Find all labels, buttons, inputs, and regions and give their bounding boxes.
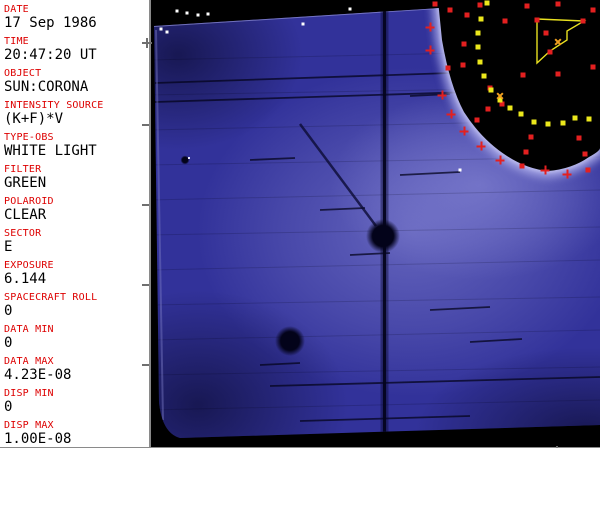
image-canvas (150, 0, 600, 448)
metadata-label: TIME (4, 36, 148, 47)
metadata-field: TYPE-OBSWHITE LIGHT (4, 132, 148, 159)
frame-tick (142, 124, 149, 126)
coronagraph-viewer-window: DATE17 Sep 1986 TIME20:47:20 UT OBJECTSUN:… (0, 0, 600, 512)
dark-spot (275, 326, 305, 356)
metadata-field: EXPOSURE6.144 (4, 260, 148, 287)
metadata-value: 4.23E-08 (4, 368, 148, 383)
metadata-value: 17 Sep 1986 (4, 16, 148, 31)
metadata-value: 1.00E-08 (4, 432, 148, 447)
metadata-label: DATE (4, 4, 148, 15)
metadata-field: SPACECRAFT ROLL0 (4, 292, 148, 319)
metadata-value: 20:47:20 UT (4, 48, 148, 63)
metadata-value: 6.144 (4, 272, 148, 287)
metadata-field: INTENSITY SOURCE(K+F)*V (4, 100, 148, 127)
metadata-value: E (4, 240, 148, 255)
metadata-value: 0 (4, 304, 148, 319)
frame-left-line (149, 0, 151, 448)
metadata-label: DATA MAX (4, 356, 148, 367)
metadata-field: DATA MAX4.23E-08 (4, 356, 148, 383)
metadata-value: (K+F)*V (4, 112, 148, 127)
metadata-value: GREEN (4, 176, 148, 191)
metadata-value: WHITE LIGHT (4, 144, 148, 159)
metadata-field: POLAROIDCLEAR (4, 196, 148, 223)
metadata-field: DATE17 Sep 1986 (4, 4, 148, 31)
footer: HAO SMM Coronagraph 0 63 127 191 255 (0, 448, 600, 512)
metadata-label: SECTOR (4, 228, 148, 239)
metadata-label: OBJECT (4, 68, 148, 79)
metadata-value: 0 (4, 336, 148, 351)
metadata-label: FILTER (4, 164, 148, 175)
metadata-field: FILTERGREEN (4, 164, 148, 191)
metadata-label: INTENSITY SOURCE (4, 100, 148, 111)
metadata-field: DATA MIN0 (4, 324, 148, 351)
metadata-label: POLAROID (4, 196, 148, 207)
metadata-label: DISP MIN (4, 388, 148, 399)
small-dark-spot (181, 156, 190, 165)
metadata-label: SPACECRAFT ROLL (4, 292, 148, 303)
frame-tick (142, 364, 149, 366)
coronagraph-image (150, 0, 600, 448)
metadata-field: SECTORE (4, 228, 148, 255)
metadata-label: DATA MIN (4, 324, 148, 335)
metadata-panel: DATE17 Sep 1986 TIME20:47:20 UT OBJECTSUN:… (0, 0, 149, 447)
frame-tick (142, 284, 149, 286)
metadata-label: DISP MAX (4, 420, 148, 431)
metadata-field: OBJECTSUN:CORONA (4, 68, 148, 95)
frame-tick (142, 204, 149, 206)
frame-cross-marker (142, 38, 152, 48)
occulter-blob (366, 219, 400, 253)
metadata-field: DISP MAX1.00E-08 (4, 420, 148, 447)
metadata-value: 0 (4, 400, 148, 415)
metadata-label: EXPOSURE (4, 260, 148, 271)
metadata-label: TYPE-OBS (4, 132, 148, 143)
metadata-value: SUN:CORONA (4, 80, 148, 95)
metadata-field: TIME20:47:20 UT (4, 36, 148, 63)
metadata-field: DISP MIN0 (4, 388, 148, 415)
metadata-value: CLEAR (4, 208, 148, 223)
